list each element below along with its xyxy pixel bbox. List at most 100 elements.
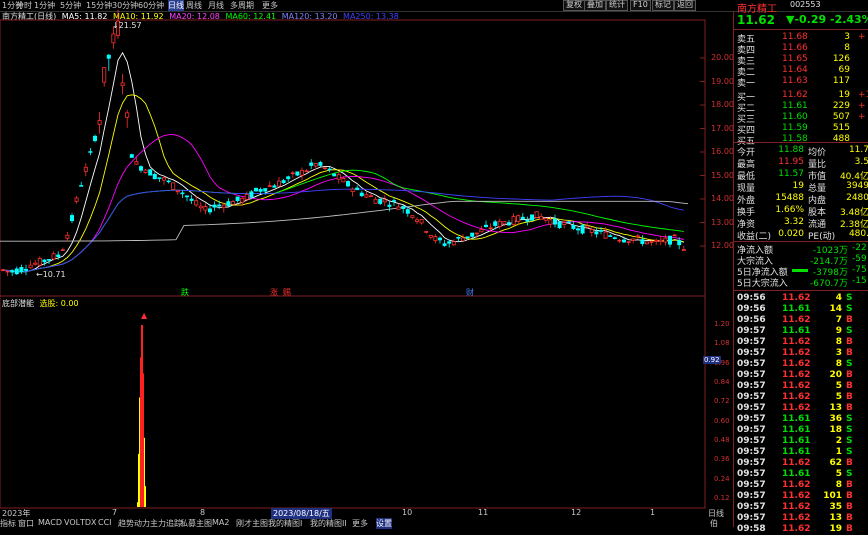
candle[interactable]: [479, 229, 484, 233]
candle[interactable]: [345, 181, 350, 187]
candle[interactable]: [497, 220, 502, 227]
candle[interactable]: [10, 270, 15, 273]
candle[interactable]: [350, 188, 355, 193]
candle[interactable]: [571, 224, 576, 229]
candle[interactable]: [180, 192, 185, 195]
candle[interactable]: [56, 254, 61, 258]
candle[interactable]: [295, 171, 300, 176]
candle[interactable]: [460, 237, 465, 242]
candle[interactable]: [658, 239, 663, 243]
candle[interactable]: [378, 198, 383, 204]
candle[interactable]: [635, 235, 640, 238]
candle[interactable]: [198, 205, 203, 209]
indicator-tab-2[interactable]: MACD: [38, 518, 62, 527]
candle[interactable]: [111, 33, 116, 44]
candle[interactable]: [530, 214, 535, 221]
candle[interactable]: [525, 219, 530, 222]
candle[interactable]: [175, 190, 180, 193]
candle[interactable]: [566, 221, 571, 224]
candle[interactable]: [470, 232, 475, 237]
order-book-row[interactable]: 买一11.6219+1: [734, 90, 868, 103]
candle[interactable]: [235, 196, 240, 202]
candle[interactable]: [65, 234, 70, 239]
candle[interactable]: [83, 166, 88, 172]
candle[interactable]: [263, 188, 268, 192]
event-marker-1[interactable]: 跌: [181, 287, 189, 298]
order-book-row[interactable]: 买二 11.61 229 +: [734, 101, 868, 114]
candle[interactable]: [341, 178, 346, 183]
candle[interactable]: [603, 231, 608, 239]
candle[interactable]: [539, 215, 544, 220]
candle[interactable]: [599, 230, 604, 232]
candle[interactable]: [134, 161, 139, 165]
candle[interactable]: [585, 225, 590, 228]
candle[interactable]: [447, 241, 452, 244]
candle[interactable]: [562, 222, 567, 226]
candle[interactable]: [668, 235, 673, 245]
candle[interactable]: [125, 112, 130, 118]
candle[interactable]: [138, 166, 143, 171]
candle[interactable]: [267, 185, 272, 187]
candle[interactable]: [419, 219, 424, 224]
candle[interactable]: [327, 168, 332, 171]
candle[interactable]: [88, 151, 93, 153]
candle[interactable]: [414, 219, 419, 222]
indicator-tab-8[interactable]: 私募主图: [180, 518, 212, 529]
candle[interactable]: [226, 201, 231, 207]
candle[interactable]: [553, 218, 558, 225]
candle[interactable]: [79, 185, 84, 187]
candle[interactable]: [217, 204, 222, 207]
candle[interactable]: [221, 204, 226, 209]
candle[interactable]: [28, 264, 33, 269]
candle[interactable]: [166, 180, 171, 183]
order-book-row[interactable]: 买五 11.58 488: [734, 134, 868, 147]
indicator-tab-6[interactable]: 趋势动力: [118, 518, 150, 529]
candle[interactable]: [428, 235, 433, 238]
event-marker-3[interactable]: 赐: [283, 287, 291, 298]
candle[interactable]: [322, 167, 327, 170]
candle[interactable]: [488, 227, 493, 230]
candle[interactable]: [649, 241, 654, 243]
candle[interactable]: [451, 241, 456, 246]
candle[interactable]: [0, 269, 6, 271]
candle[interactable]: [617, 239, 622, 242]
candle[interactable]: [520, 216, 525, 220]
kline-chart[interactable]: [0, 0, 733, 518]
candle[interactable]: [622, 239, 627, 243]
candle[interactable]: [681, 249, 686, 251]
candle[interactable]: [148, 169, 153, 176]
candle[interactable]: [640, 239, 645, 244]
candle[interactable]: [207, 208, 212, 213]
indicator-tab-12[interactable]: 我的精图II: [310, 518, 347, 529]
candle[interactable]: [373, 198, 378, 204]
order-book-row[interactable]: 卖四 11.66 8: [734, 43, 868, 56]
candle[interactable]: [189, 198, 194, 201]
indicator-tab-5[interactable]: CCI: [98, 518, 112, 527]
candle[interactable]: [244, 193, 249, 200]
candle[interactable]: [60, 249, 65, 251]
candle[interactable]: [612, 237, 617, 240]
order-book-row[interactable]: 卖二 11.64 69: [734, 65, 868, 78]
candle[interactable]: [318, 162, 323, 166]
candle[interactable]: [654, 239, 659, 243]
candle[interactable]: [129, 154, 134, 158]
candle[interactable]: [93, 135, 98, 142]
candle[interactable]: [580, 224, 585, 234]
candle[interactable]: [424, 231, 429, 233]
candle[interactable]: [47, 259, 52, 261]
candle[interactable]: [534, 211, 539, 218]
candle[interactable]: [396, 206, 401, 210]
candle[interactable]: [548, 219, 553, 225]
candle[interactable]: [433, 236, 438, 242]
candle[interactable]: [608, 235, 613, 237]
candle[interactable]: [253, 187, 258, 192]
indicator-tab-9[interactable]: MA2: [212, 518, 229, 527]
candle[interactable]: [230, 201, 235, 205]
candle[interactable]: [23, 268, 28, 271]
candle[interactable]: [152, 173, 157, 180]
candle[interactable]: [51, 253, 56, 260]
candle[interactable]: [437, 237, 442, 241]
candle[interactable]: [106, 54, 111, 59]
indicator-tab-1[interactable]: 窗口: [18, 518, 34, 529]
candle[interactable]: [557, 221, 562, 228]
